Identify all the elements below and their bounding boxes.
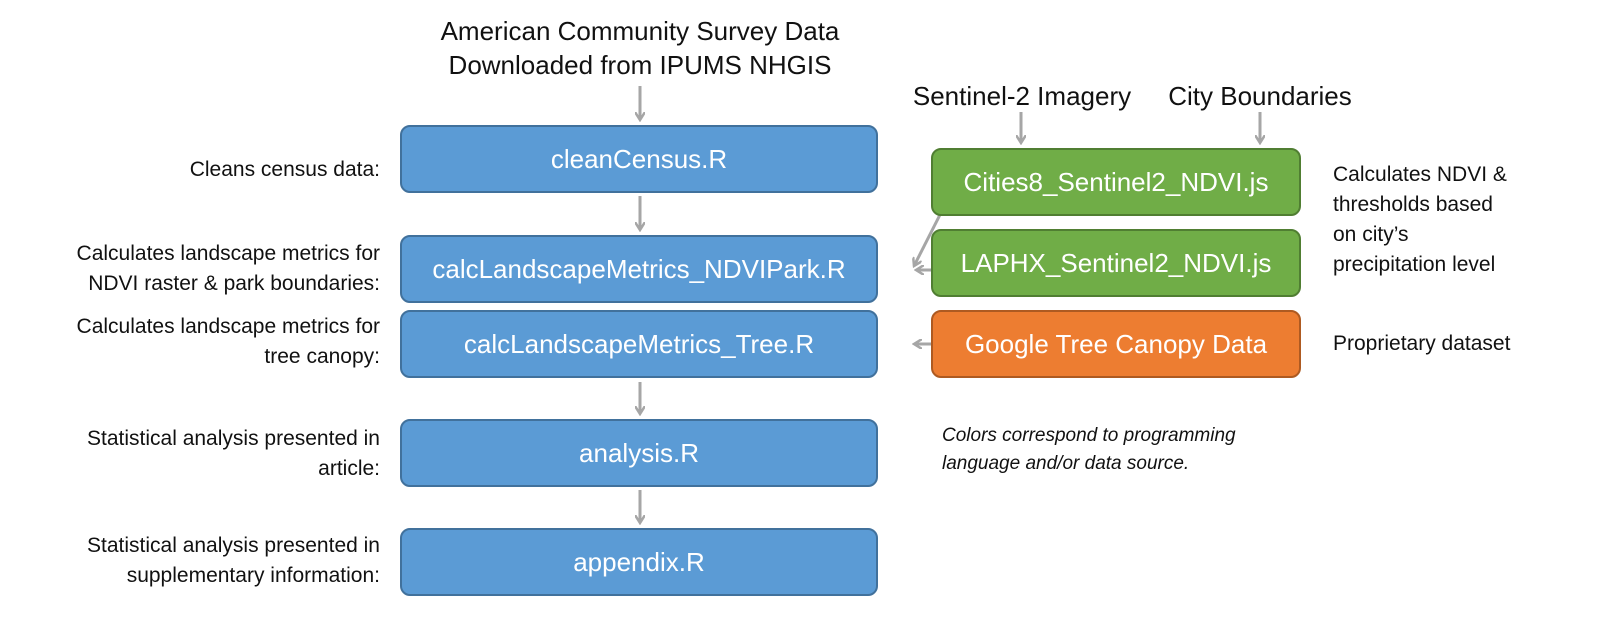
proprietary-label: Proprietary dataset <box>1333 332 1511 355</box>
note-line: language and/or data source. <box>942 453 1190 474</box>
label-analysis: Statistical analysis presented in article… <box>87 424 380 484</box>
color-legend-note: Colors correspond to programming language… <box>942 422 1236 478</box>
label-tree: Calculates landscape metrics for tree can… <box>77 312 380 372</box>
label-line: NDVI raster & park boundaries: <box>88 272 380 295</box>
title-line-1: American Community Survey Data <box>440 16 840 46</box>
google-tree-canopy-box: Google Tree Canopy Data <box>931 310 1301 378</box>
ndvipark-box: calcLandscapeMetrics_NDVIPark.R <box>400 235 878 303</box>
label-clean: Cleans census data: <box>190 155 380 185</box>
desc-line: on city’s <box>1333 223 1409 246</box>
acs-data-source: American Community Survey Data Downloaded… <box>441 14 840 82</box>
cities8-box: Cities8_Sentinel2_NDVI.js <box>931 148 1301 216</box>
ndvi-description: Calculates NDVI & thresholds based on ci… <box>1333 160 1507 280</box>
title-line-2: Downloaded from IPUMS NHGIS <box>448 50 832 80</box>
label-line: supplementary information: <box>126 564 380 587</box>
desc-line: Calculates NDVI & <box>1333 163 1507 186</box>
desc-line: precipitation level <box>1333 253 1496 276</box>
label-line: article: <box>318 457 380 480</box>
label-line: Statistical analysis presented in <box>87 534 380 557</box>
clean-census-box: cleanCensus.R <box>400 125 878 193</box>
label-line: Calculates landscape metrics for <box>76 242 380 265</box>
label-ndvipark: Calculates landscape metrics for NDVI ras… <box>77 239 380 299</box>
note-line: Colors correspond to programming <box>942 425 1236 446</box>
label-line: Cleans census data: <box>189 158 380 181</box>
desc-line: thresholds based <box>1333 193 1493 216</box>
sentinel-source: Sentinel-2 Imagery <box>912 81 1132 111</box>
laphx-box: LAPHX_Sentinel2_NDVI.js <box>931 229 1301 297</box>
label-line: tree canopy: <box>264 345 380 368</box>
appendix-box: appendix.R <box>400 528 878 596</box>
label-line: Statistical analysis presented in <box>87 427 380 450</box>
workflow-diagram: American Community Survey Data Downloaded… <box>0 0 1614 635</box>
tree-box: calcLandscapeMetrics_Tree.R <box>400 310 878 378</box>
label-appendix: Statistical analysis presented in supplem… <box>87 531 380 591</box>
city-boundaries-source: City Boundaries <box>1168 81 1352 111</box>
label-line: Calculates landscape metrics for <box>76 315 380 338</box>
analysis-box: analysis.R <box>400 419 878 487</box>
